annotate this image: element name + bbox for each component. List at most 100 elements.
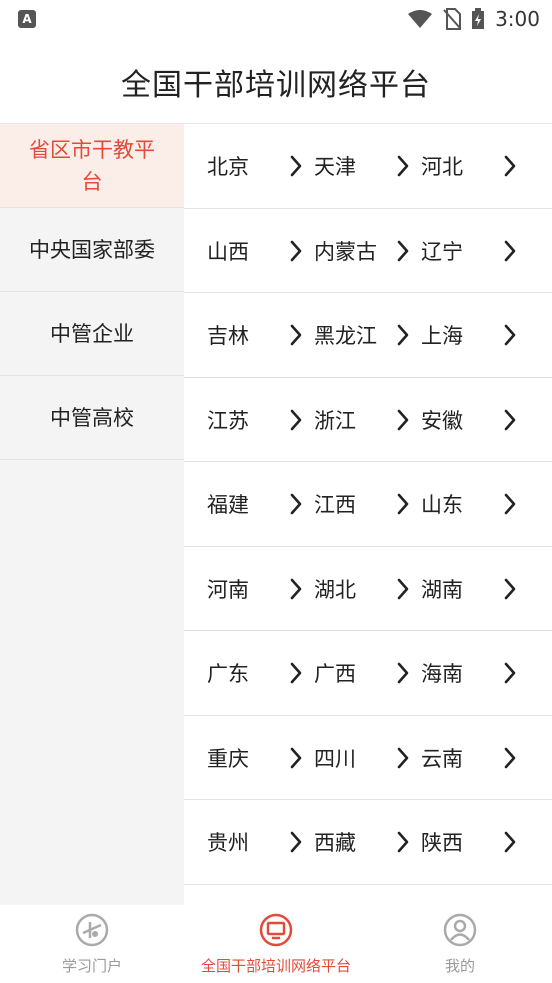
chevron-right-icon [397, 831, 409, 853]
chevron-right-icon [397, 578, 409, 599]
chevron-right-icon [290, 324, 302, 346]
sidebar-item-label: 中管高校 [50, 405, 134, 430]
province-item[interactable]: 浙江 [314, 378, 421, 462]
province-item[interactable]: 西藏 [314, 800, 421, 884]
chevron-right-icon [397, 324, 409, 346]
province-label: 内蒙古 [314, 239, 377, 264]
province-label: 贵州 [207, 831, 249, 855]
province-label: 陕西 [421, 831, 463, 855]
chevron-right-icon [397, 662, 409, 684]
province-label: 北京 [207, 155, 249, 179]
province-label: 黑龙江 [314, 324, 377, 348]
province-label: 广东 [207, 662, 249, 686]
chevron-right-icon [504, 578, 516, 599]
chevron-right-icon [290, 831, 302, 853]
bottom-navigation: 学习门户 全国干部培训网络平台 我的 [0, 905, 552, 983]
nav-tab-portal[interactable]: 学习门户 [0, 905, 184, 983]
wifi-icon [407, 9, 433, 29]
province-item[interactable]: 陕西 [421, 800, 552, 884]
province-item[interactable]: 福建 [207, 462, 314, 546]
province-row: 贵州 西藏 陕西 [184, 800, 552, 885]
province-item[interactable]: 江西 [314, 462, 421, 546]
nav-tab-mine[interactable]: 我的 [368, 905, 552, 983]
chevron-right-icon [397, 747, 409, 768]
chevron-right-icon [290, 578, 302, 599]
province-label: 西藏 [314, 831, 356, 855]
title-bar: 全国干部培训网络平台 [0, 40, 552, 124]
province-row: 福建 江西 山东 [184, 462, 552, 547]
user-icon [443, 913, 477, 947]
province-item[interactable]: 辽宁 [421, 209, 552, 293]
province-row: 山西 内蒙古 辽宁 [184, 209, 552, 293]
chevron-right-icon [290, 662, 302, 684]
sidebar-item-label: 中管企业 [50, 321, 134, 346]
province-label: 湖南 [421, 577, 463, 602]
province-item[interactable]: 河北 [421, 124, 552, 208]
sidebar-item-label: 省区市干教平台 [29, 137, 155, 194]
province-label: 福建 [207, 493, 249, 517]
province-item[interactable]: 北京 [207, 124, 314, 208]
chevron-right-icon [290, 493, 302, 515]
province-label: 浙江 [314, 408, 356, 433]
sidebar-item-central-enterprises[interactable]: 中管企业 [0, 292, 184, 376]
chevron-right-icon [504, 324, 516, 346]
province-item[interactable]: 云南 [421, 716, 552, 800]
nav-tab-platform[interactable]: 全国干部培训网络平台 [184, 905, 368, 983]
province-label: 辽宁 [421, 239, 463, 264]
province-item[interactable]: 山西 [207, 209, 314, 293]
sidebar-item-provincial[interactable]: 省区市干教平台 [0, 124, 184, 208]
chevron-right-icon [397, 240, 409, 261]
status-bar: A 3:00 [0, 0, 552, 38]
province-label: 山东 [421, 493, 463, 517]
chevron-right-icon [504, 662, 516, 684]
province-item[interactable]: 四川 [314, 716, 421, 800]
no-sim-icon [443, 8, 462, 30]
province-label: 广西 [314, 662, 356, 686]
battery-charging-icon [471, 8, 485, 30]
province-item[interactable]: 黑龙江 [314, 293, 421, 377]
chevron-right-icon [290, 155, 302, 177]
province-label: 江西 [314, 493, 356, 517]
province-label: 海南 [421, 662, 463, 686]
province-label: 山西 [207, 239, 249, 264]
nav-tab-label: 我的 [444, 957, 475, 975]
province-item[interactable]: 广东 [207, 631, 314, 715]
province-item[interactable]: 上海 [421, 293, 552, 377]
sidebar-item-central-ministries[interactable]: 中央国家部委 [0, 208, 184, 292]
status-right-group: 3:00 [407, 6, 540, 32]
nav-tab-label: 全国干部培训网络平台 [200, 957, 351, 975]
province-item[interactable]: 河南 [207, 547, 314, 631]
province-label: 上海 [421, 324, 463, 348]
chevron-right-icon [504, 240, 516, 261]
province-label: 吉林 [207, 324, 249, 348]
province-label: 湖北 [314, 577, 356, 602]
province-label: 天津 [314, 155, 356, 179]
province-item[interactable]: 湖北 [314, 547, 421, 631]
chevron-right-icon [504, 493, 516, 515]
province-label: 四川 [314, 746, 356, 771]
province-label: 河南 [207, 577, 249, 602]
province-row: 河南 湖北 湖南 [184, 547, 552, 631]
chevron-right-icon [504, 409, 516, 430]
province-item[interactable]: 内蒙古 [314, 209, 421, 293]
page-title: 全国干部培训网络平台 [121, 67, 431, 103]
province-item[interactable]: 广西 [314, 631, 421, 715]
province-item[interactable]: 吉林 [207, 293, 314, 377]
province-item[interactable]: 江苏 [207, 378, 314, 462]
province-item[interactable]: 安徽 [421, 378, 552, 462]
province-item[interactable]: 湖南 [421, 547, 552, 631]
chevron-right-icon [397, 155, 409, 177]
province-item[interactable]: 天津 [314, 124, 421, 208]
province-label: 重庆 [207, 746, 249, 771]
category-sidebar: 省区市干教平台 中央国家部委 中管企业 中管高校 [0, 124, 184, 905]
province-item[interactable]: 山东 [421, 462, 552, 546]
province-row: 广东 广西 海南 [184, 631, 552, 716]
portal-icon [75, 913, 109, 947]
province-item[interactable]: 海南 [421, 631, 552, 715]
chevron-right-icon [397, 409, 409, 430]
chevron-right-icon [290, 747, 302, 768]
province-item[interactable]: 贵州 [207, 800, 314, 884]
nav-tab-label: 学习门户 [61, 957, 122, 975]
sidebar-item-central-universities[interactable]: 中管高校 [0, 376, 184, 460]
province-item[interactable]: 重庆 [207, 716, 314, 800]
